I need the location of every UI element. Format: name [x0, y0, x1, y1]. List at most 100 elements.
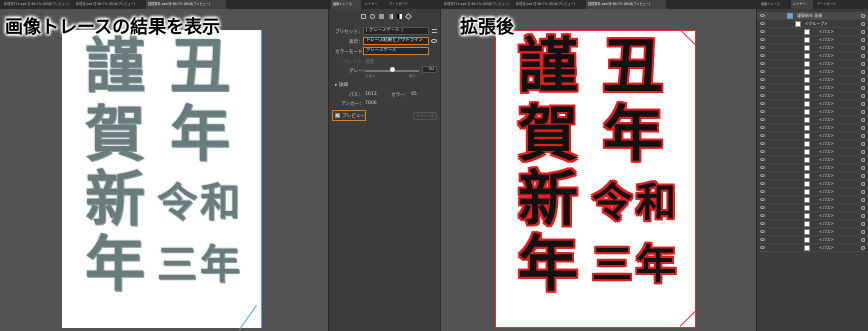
visibility-eye-icon[interactable] — [760, 142, 765, 145]
target-circle-icon[interactable] — [861, 54, 865, 58]
low-color-icon[interactable] — [379, 14, 384, 19]
black-white-icon[interactable] — [397, 14, 402, 19]
layer-row-path[interactable]: <パス> — [757, 196, 868, 204]
visibility-eye-icon[interactable] — [760, 198, 765, 201]
visibility-eye-icon[interactable] — [760, 158, 765, 161]
visibility-eye-icon[interactable] — [760, 110, 765, 113]
visibility-eye-icon[interactable] — [760, 238, 765, 241]
visibility-eye-icon[interactable] — [760, 190, 765, 193]
visibility-eye-icon[interactable] — [760, 30, 765, 33]
layer-row-path[interactable]: <パス> — [757, 132, 868, 140]
layer-row-path[interactable]: <パス> — [757, 44, 868, 52]
layer-row-path[interactable]: <パス> — [757, 92, 868, 100]
layer-row-path[interactable]: <パス> — [757, 124, 868, 132]
target-circle-icon[interactable] — [861, 238, 865, 242]
layer-row-path[interactable]: <パス> — [757, 180, 868, 188]
tab-image-trace[interactable]: 画像トレース — [331, 0, 361, 9]
visibility-eye-icon[interactable] — [760, 86, 765, 89]
layer-row-path[interactable]: <パス> — [757, 220, 868, 228]
layers-tab-layers[interactable]: レイヤー — [791, 0, 813, 9]
layer-row-path[interactable]: <パス> — [757, 36, 868, 44]
visibility-eye-icon[interactable] — [760, 246, 765, 249]
visibility-eye-icon[interactable] — [760, 222, 765, 225]
target-circle-icon[interactable] — [861, 38, 865, 42]
preset-menu-icon[interactable] — [432, 29, 437, 33]
visibility-eye-icon[interactable] — [760, 150, 765, 153]
layer-row-group[interactable]: <グループ> — [757, 20, 868, 28]
gray-value-field[interactable]: 50 — [422, 66, 437, 73]
target-circle-icon[interactable] — [861, 246, 865, 250]
target-circle-icon[interactable] — [861, 78, 865, 82]
layer-row-path[interactable]: <パス> — [757, 116, 868, 124]
target-circle-icon[interactable] — [861, 46, 865, 50]
target-circle-icon[interactable] — [861, 182, 865, 186]
visibility-eye-icon[interactable] — [760, 102, 765, 105]
layer-row-path[interactable]: <パス> — [757, 236, 868, 244]
layer-row-path[interactable]: <パス> — [757, 52, 868, 60]
target-circle-icon[interactable] — [861, 86, 865, 90]
visibility-eye-icon[interactable] — [760, 78, 765, 81]
visibility-eye-icon[interactable] — [760, 62, 765, 65]
layer-row-path[interactable]: <パス> — [757, 188, 868, 196]
grayscale-icon[interactable] — [388, 14, 393, 19]
view-select[interactable]: トレース結果とアウトライン — [363, 37, 429, 45]
target-circle-icon[interactable] — [861, 230, 865, 234]
trace-button[interactable]: トレース — [413, 112, 437, 120]
target-circle-icon[interactable] — [861, 30, 865, 34]
layers-tab-artboards[interactable]: アートボード — [815, 0, 845, 9]
visibility-eye-icon[interactable] — [760, 118, 765, 121]
target-circle-icon[interactable] — [861, 110, 865, 114]
target-circle-icon[interactable] — [861, 134, 865, 138]
visibility-eye-icon[interactable] — [760, 38, 765, 41]
target-circle-icon[interactable] — [861, 126, 865, 130]
visibility-eye-icon[interactable] — [760, 174, 765, 177]
outline-icon[interactable] — [404, 12, 413, 21]
high-color-icon[interactable] — [370, 14, 375, 19]
tab-artboards[interactable]: アートボード — [387, 0, 417, 9]
layer-row-path[interactable]: <パス> — [757, 156, 868, 164]
layer-row-path[interactable]: <パス> — [757, 60, 868, 68]
visibility-eye-icon[interactable] — [760, 182, 765, 185]
right-doc-tab-2[interactable]: 年賀状.psd @ 66.7% (RGB/プレビュー) — [514, 0, 584, 9]
target-circle-icon[interactable] — [861, 174, 865, 178]
color-mode-select[interactable]: グレースケール — [363, 47, 429, 55]
visibility-eye-icon[interactable] — [760, 94, 765, 97]
layer-row-path[interactable]: <パス> — [757, 76, 868, 84]
tab-layers[interactable]: レイヤー — [363, 0, 385, 9]
layer-row-path[interactable]: <パス> — [757, 244, 868, 252]
layer-row-path[interactable]: <パス> — [757, 108, 868, 116]
target-circle-icon[interactable] — [861, 158, 865, 162]
layer-row-path[interactable]: <パス> — [757, 212, 868, 220]
layer-row-path[interactable]: <パス> — [757, 204, 868, 212]
detail-toggle[interactable]: ▸ 詳細 — [335, 82, 348, 88]
preview-checkbox[interactable]: ✓ — [335, 113, 340, 118]
layer-row-path[interactable]: <パス> — [757, 100, 868, 108]
gray-slider-thumb[interactable] — [389, 67, 395, 72]
target-circle-icon[interactable] — [861, 62, 865, 66]
layer-row-path[interactable]: <パス> — [757, 148, 868, 156]
visibility-eye-icon[interactable] — [760, 166, 765, 169]
target-circle-icon[interactable] — [861, 222, 865, 226]
layers-tab-image-trace[interactable]: 画像トレース — [759, 0, 789, 9]
left-doc-tab-1[interactable]: 年賀状T13.psd @ 66.7% (RGB/プレビュー) — [2, 0, 72, 9]
visibility-eye-icon[interactable] — [760, 230, 765, 233]
target-circle-icon[interactable] — [861, 14, 865, 18]
visibility-eye-icon[interactable] — [760, 214, 765, 217]
visibility-eye-icon[interactable] — [760, 54, 765, 57]
target-circle-icon[interactable] — [861, 150, 865, 154]
target-circle-icon[interactable] — [861, 102, 865, 106]
eye-icon[interactable] — [431, 39, 437, 43]
auto-color-icon[interactable] — [361, 14, 366, 19]
left-doc-tab-3[interactable]: 謹賀新年.psd @ 66.7% (RGB/プレビュー) — [146, 0, 226, 9]
visibility-eye-icon[interactable] — [760, 126, 765, 129]
visibility-eye-icon[interactable] — [760, 206, 765, 209]
target-circle-icon[interactable] — [861, 214, 865, 218]
visibility-eye-icon[interactable] — [760, 46, 765, 49]
target-circle-icon[interactable] — [861, 118, 865, 122]
target-circle-icon[interactable] — [861, 206, 865, 210]
layer-row-path[interactable]: <パス> — [757, 68, 868, 76]
layer-row-path[interactable]: <パス> — [757, 28, 868, 36]
preview-box[interactable]: ✓ プレビュー — [332, 110, 366, 121]
preset-select[interactable]: [ グレースケール ] — [363, 27, 429, 35]
visibility-eye-icon[interactable] — [760, 70, 765, 73]
